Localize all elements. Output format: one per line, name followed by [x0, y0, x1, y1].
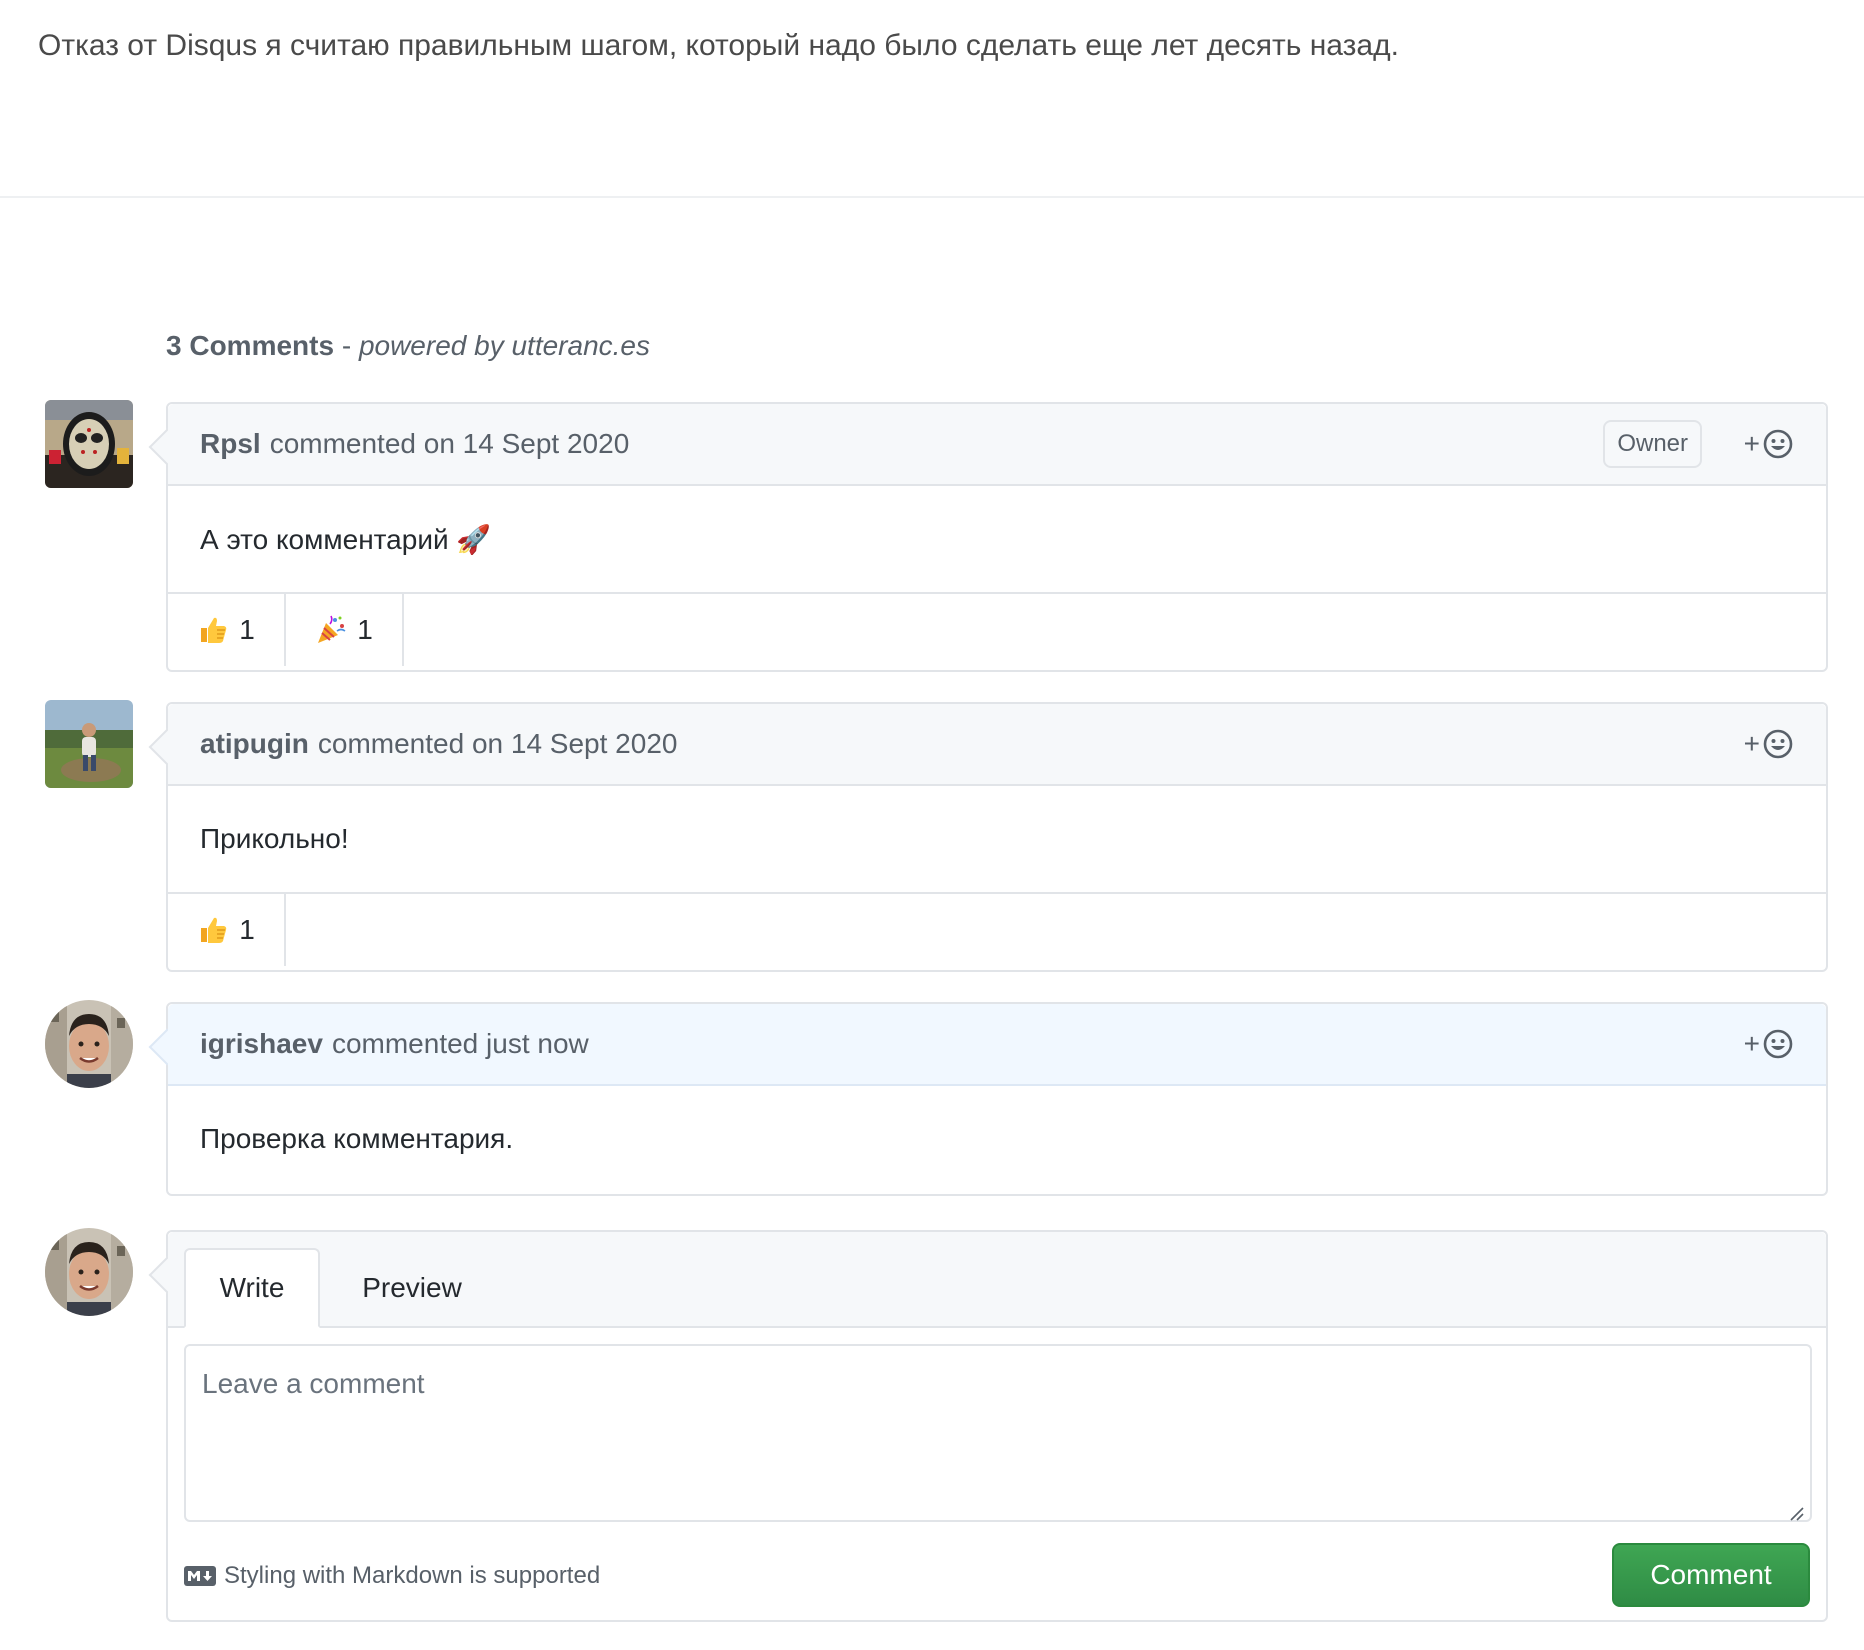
markdown-hint[interactable]: Styling with Markdown is supported [184, 1562, 600, 1590]
reaction-thumbs-up[interactable]: 1 [168, 594, 286, 666]
comment-header: Rpsl commented on 14 Sept 2020 Owner + [168, 404, 1826, 486]
avatar-rpsl[interactable] [45, 400, 133, 488]
comment-textarea[interactable] [184, 1344, 1812, 1522]
comment-author[interactable]: igrishaev [200, 1028, 323, 1060]
resize-grip-icon[interactable] [1788, 1505, 1804, 1521]
comment-card: atipugin commented on 14 Sept 2020 + При… [166, 702, 1828, 972]
markdown-icon [184, 1566, 216, 1586]
section-divider [0, 196, 1864, 198]
add-reaction-button[interactable]: + [1744, 726, 1794, 762]
add-reaction-button[interactable]: + [1744, 1026, 1794, 1062]
thumbs-up-icon [201, 617, 227, 643]
header-separator: - [334, 330, 359, 361]
smiley-icon [1763, 429, 1793, 459]
reaction-thumbs-up[interactable]: 1 [168, 894, 286, 966]
avatar-image [45, 700, 133, 788]
reactions-bar: 1 [168, 892, 1826, 966]
thumbs-up-icon [201, 917, 227, 943]
reaction-count: 1 [239, 614, 255, 645]
plus-icon: + [1743, 1028, 1760, 1059]
textarea-wrapper [184, 1344, 1812, 1527]
comment-body: Проверка комментария. [200, 1123, 514, 1154]
powered-by-link[interactable]: powered by utteranc.es [359, 330, 650, 361]
comment-body: А это комментарий 🚀 [200, 523, 492, 555]
comment-card: Rpsl commented on 14 Sept 2020 Owner + А… [166, 402, 1828, 672]
add-reaction-button[interactable]: + [1744, 426, 1794, 462]
tab-preview[interactable]: Preview [338, 1248, 486, 1328]
smiley-icon [1763, 1029, 1793, 1059]
comments-count: 3 Comments [166, 330, 335, 361]
plus-icon: + [1743, 428, 1760, 459]
reaction-party-popper[interactable]: 1 [286, 594, 404, 666]
markdown-hint-text: Styling with Markdown is supported [224, 1562, 601, 1589]
submit-comment-button[interactable]: Comment [1612, 1543, 1810, 1607]
avatar-atipugin[interactable] [45, 700, 133, 788]
avatar-image [45, 400, 133, 488]
plus-icon: + [1743, 728, 1760, 759]
comment-compose-box: Write Preview Styling with Markdown is s… [166, 1230, 1828, 1622]
comment-author[interactable]: Rpsl [200, 428, 261, 460]
owner-badge: Owner [1603, 420, 1702, 468]
avatar-image [45, 1000, 133, 1088]
comment-header: igrishaev commented just now + [168, 1004, 1826, 1086]
compose-footer: Styling with Markdown is supported Comme… [168, 1527, 1826, 1625]
avatar-image [45, 1228, 133, 1316]
comments-header: 3 Comments - powered by utteranc.es [166, 330, 650, 362]
comment-meta[interactable]: commented just now [332, 1028, 589, 1060]
reactions-bar: 1 1 [168, 592, 1826, 666]
comment-author[interactable]: atipugin [200, 728, 309, 760]
avatar-igrishaev[interactable] [45, 1000, 133, 1088]
party-popper-icon [318, 615, 346, 643]
comment-card: igrishaev commented just now + Проверка … [166, 1002, 1828, 1196]
comment-meta[interactable]: commented on 14 Sept 2020 [270, 428, 630, 460]
reaction-count: 1 [239, 914, 255, 945]
smiley-icon [1763, 729, 1793, 759]
post-paragraph: Отказ от Disqus я считаю правильным шаго… [38, 29, 1399, 62]
comment-body: Прикольно! [200, 823, 349, 854]
comment-meta[interactable]: commented on 14 Sept 2020 [318, 728, 678, 760]
comment-header: atipugin commented on 14 Sept 2020 + [168, 704, 1826, 786]
reaction-count: 1 [357, 614, 373, 645]
tab-write[interactable]: Write [184, 1248, 320, 1328]
avatar-current-user [45, 1228, 133, 1316]
compose-tabs: Write Preview [168, 1232, 1826, 1328]
